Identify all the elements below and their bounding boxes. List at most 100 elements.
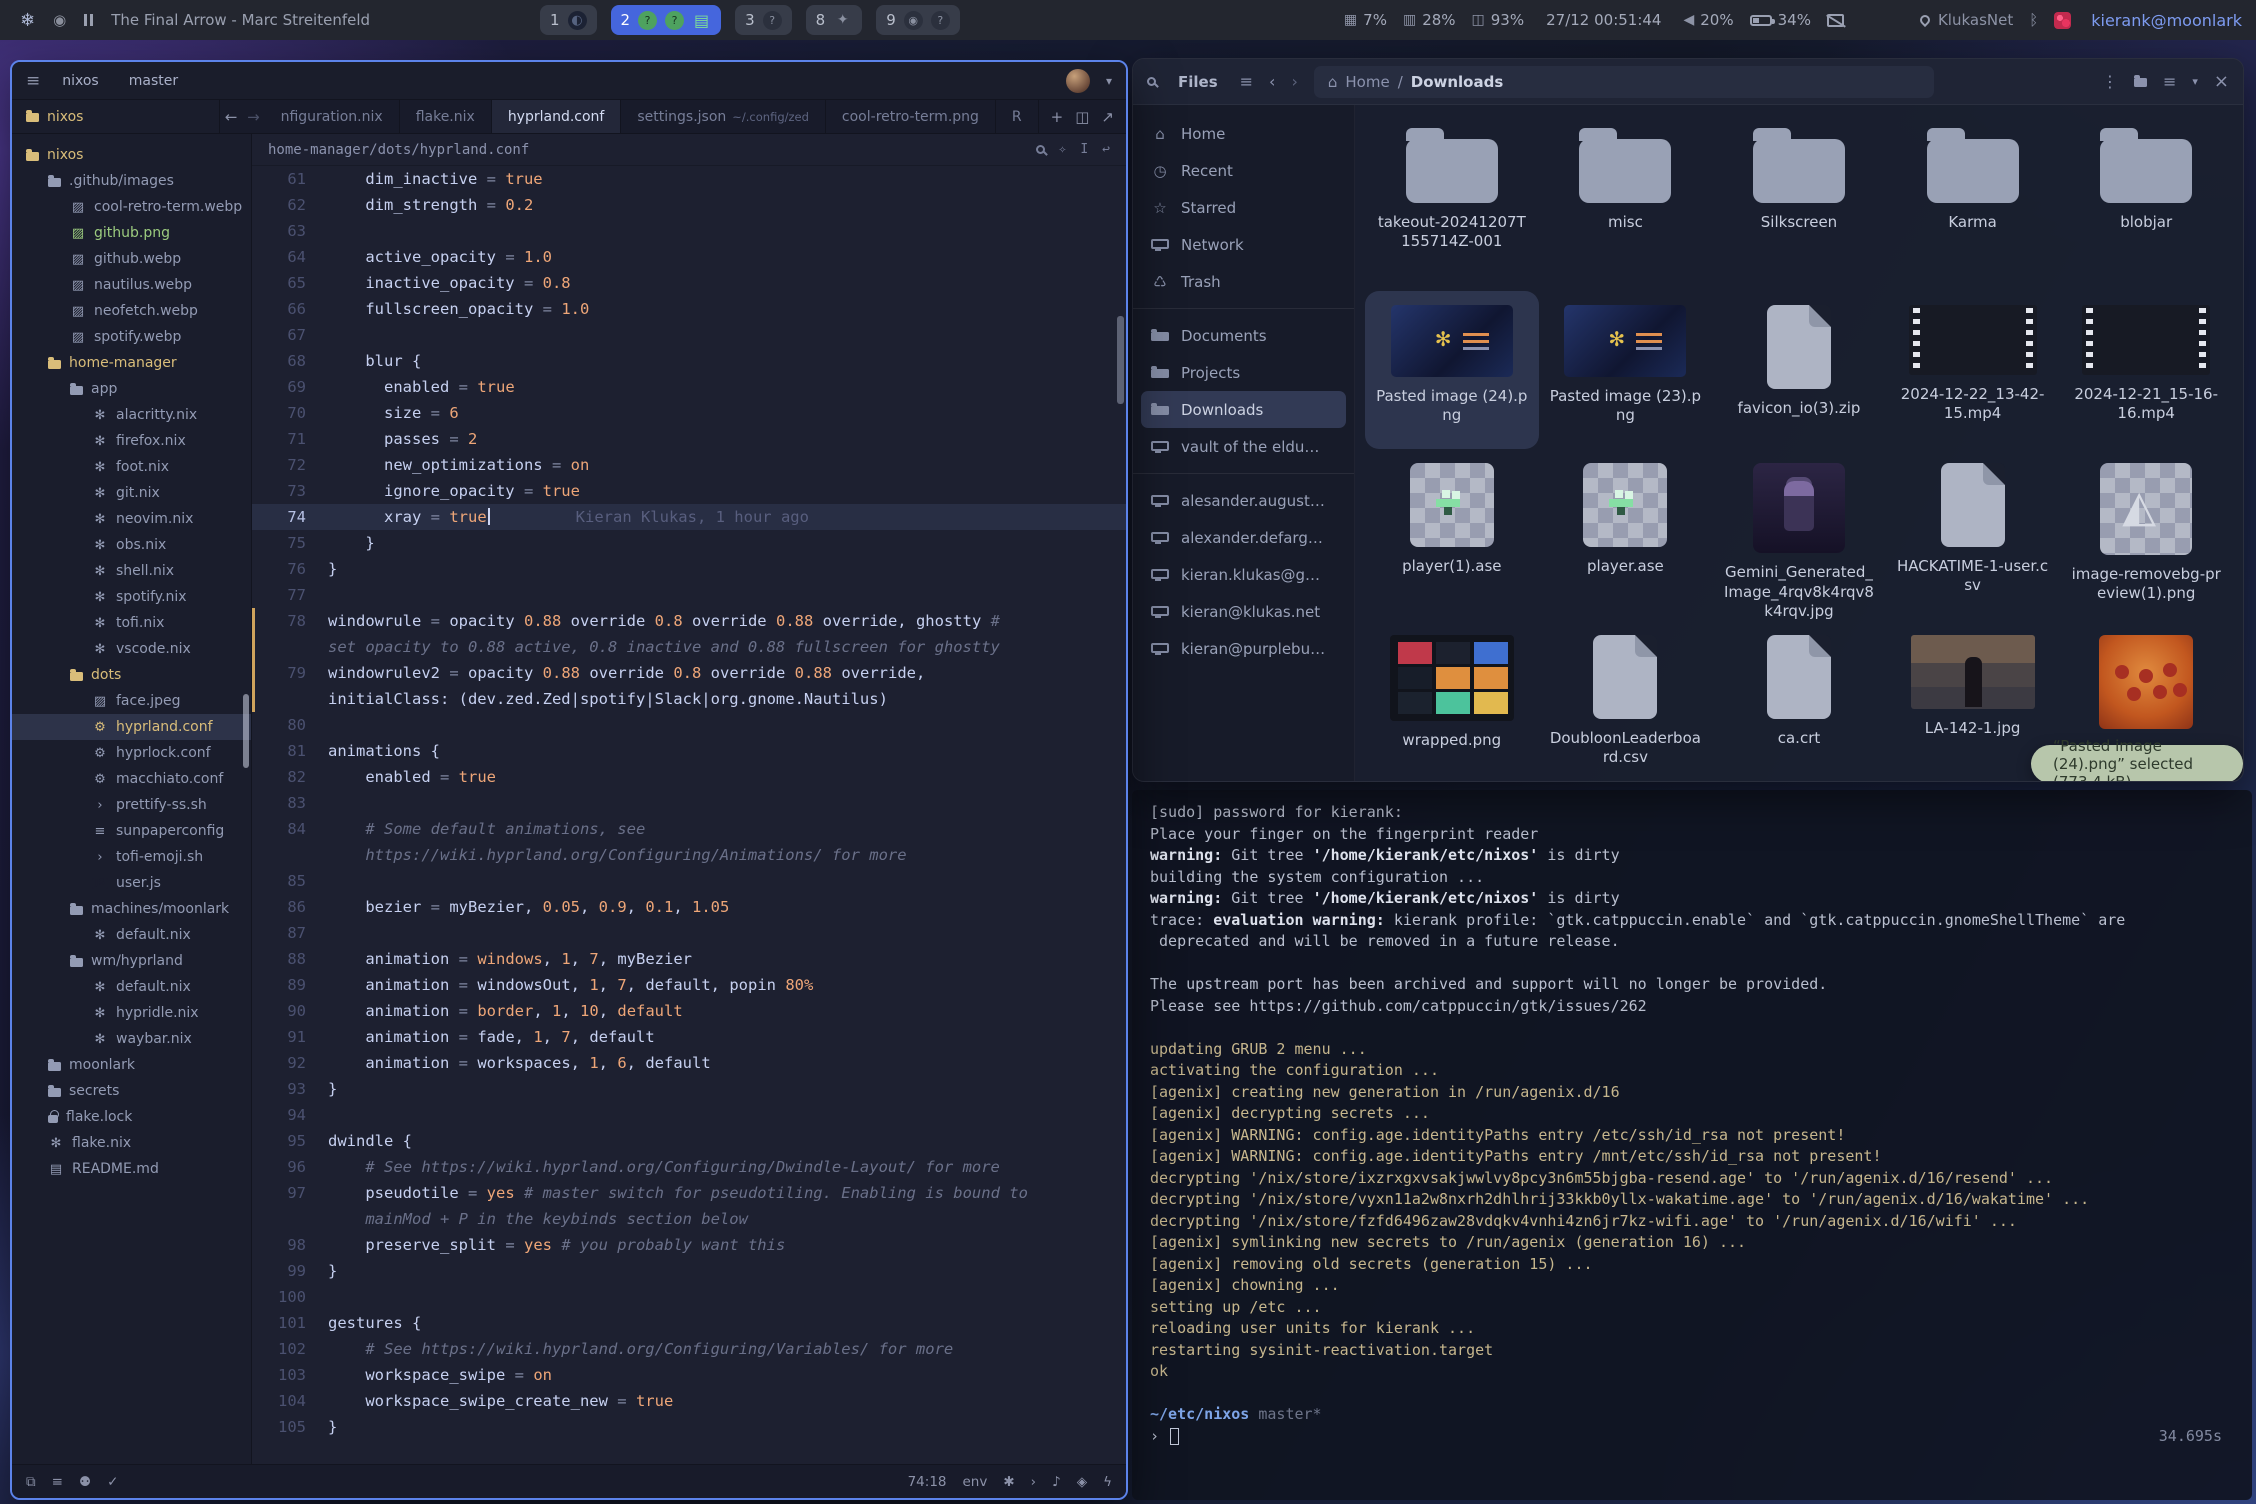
tree-item-alacritty.nix[interactable]: ✻alacritty.nix [12, 402, 251, 428]
sidebar-item-kieran-klukas-g-[interactable]: kieran.klukas@g… [1141, 556, 1346, 593]
file-item-ca.crt[interactable]: ca.crt [1712, 621, 1886, 782]
file-item-hackatime-1-user.csv[interactable]: HACKATIME-1-user.csv [1886, 449, 2060, 621]
tree-item-.github-images[interactable]: .github/images [12, 168, 251, 194]
editor-scrollbar[interactable] [1117, 316, 1124, 404]
sidebar-item-alexander-defarg-[interactable]: alexander.defarg… [1141, 519, 1346, 556]
file-item-karma[interactable]: Karma [1886, 111, 2060, 291]
tree-item-secrets[interactable]: secrets [12, 1078, 251, 1104]
file-item-2024-12-21-15-16-16.mp4[interactable]: 2024-12-21_15-16-16.mp4 [2059, 291, 2233, 449]
workspace-1[interactable]: 1◐ [540, 5, 597, 35]
tree-item-moonlark[interactable]: moonlark [12, 1052, 251, 1078]
search-icon[interactable] [1036, 145, 1045, 154]
tree-item-nautilus.webp[interactable]: ▨nautilus.webp [12, 272, 251, 298]
sidebar-scrollbar[interactable] [243, 694, 249, 768]
tree-item-user.js[interactable]: JSuser.js [12, 870, 251, 896]
file-item-favicon-io-3-.zip[interactable]: favicon_io(3).zip [1712, 291, 1886, 449]
sidebar-item-documents[interactable]: Documents [1141, 317, 1346, 354]
tree-item-face.jpeg[interactable]: ▨face.jpeg [12, 688, 251, 714]
tree-item-hypridle.nix[interactable]: ✻hypridle.nix [12, 1000, 251, 1026]
tree-item-cool-retro-term.webp[interactable]: ▨cool-retro-term.webp [12, 194, 251, 220]
sidebar-item-projects[interactable]: Projects [1141, 354, 1346, 391]
file-item-misc[interactable]: misc [1539, 111, 1713, 291]
app-menu-icon[interactable]: ≡ [1240, 72, 1253, 91]
folder-search-icon[interactable] [2134, 78, 2147, 87]
sidebar-item-kieran-klukas-net[interactable]: kieran@klukas.net [1141, 593, 1346, 630]
sidebar-item-kieran-purplebu-[interactable]: kieran@purplebu… [1141, 630, 1346, 667]
new-tab-button[interactable]: + [1051, 108, 1064, 126]
file-item-silkscreen[interactable]: Silkscreen [1712, 111, 1886, 291]
tab-r[interactable]: R [996, 100, 1039, 133]
nav-back-icon[interactable]: ← [220, 100, 242, 133]
git-branch[interactable]: master [121, 70, 186, 92]
tree-item-tofi.nix[interactable]: ✻tofi.nix [12, 610, 251, 636]
tree-item-waybar.nix[interactable]: ✻waybar.nix [12, 1026, 251, 1052]
file-item-takeout-20241207t155714z-001[interactable]: takeout-20241207T155714Z-001 [1365, 111, 1539, 291]
spotify-icon[interactable]: ◉ [53, 11, 66, 29]
ai-icon[interactable]: ✱ [1003, 1474, 1014, 1490]
tree-item-github.webp[interactable]: ▨github.webp [12, 246, 251, 272]
tree-item-sunpaperconfig[interactable]: ≡sunpaperconfig [12, 818, 251, 844]
split-pane-icon[interactable]: ◫ [1075, 108, 1089, 126]
tree-item-spotify.webp[interactable]: ▨spotify.webp [12, 324, 251, 350]
now-playing[interactable]: The Final Arrow - Marc Streitenfeld [111, 11, 370, 29]
forward-icon[interactable]: › [1291, 72, 1297, 91]
sidebar-item-alesander-august-[interactable]: alesander.august… [1141, 482, 1346, 519]
tree-item-github.png[interactable]: ▨github.png [12, 220, 251, 246]
tab-cool-retro-term.png[interactable]: cool-retro-term.png [826, 100, 996, 133]
diagnostics-check-icon[interactable]: ✓ [107, 1474, 118, 1490]
terminal-toggle-icon[interactable]: › [1031, 1474, 1036, 1490]
project-name[interactable]: nixos [54, 70, 106, 92]
workspace-2[interactable]: 2??▤ [611, 5, 722, 35]
file-item-player.ase[interactable]: player.ase [1539, 449, 1713, 621]
volume-stat[interactable]: ◀20% [1683, 11, 1733, 29]
tree-item-default.nix[interactable]: ✻default.nix [12, 922, 251, 948]
tree-item-neovim.nix[interactable]: ✻neovim.nix [12, 506, 251, 532]
sidebar-item-home[interactable]: ⌂Home [1141, 115, 1346, 152]
file-item-player-1-.ase[interactable]: player(1).ase [1365, 449, 1539, 621]
file-item-gemini-generated-image-4rqv8k4rqv8k4rqv.jpg[interactable]: Gemini_Generated_Image_4rqv8k4rqv8k4rqv.… [1712, 449, 1886, 621]
terminal-window[interactable]: [sudo] password for kierank:Place your f… [1132, 790, 2252, 1500]
tree-item-nixos[interactable]: nixos [12, 142, 251, 168]
clock[interactable]: 27/12 00:51:44 [1546, 11, 1661, 29]
notifications-icon[interactable]: ◈ [1077, 1474, 1087, 1490]
view-toggle-icon[interactable]: ≡ [2163, 72, 2176, 91]
network-indicator[interactable]: KlukasNet [1920, 11, 2013, 29]
workspace-9[interactable]: 9◉? [876, 5, 960, 35]
tab-nfiguration.nix[interactable]: nfiguration.nix [265, 100, 400, 133]
breadcrumb-path[interactable]: home-manager/dots/hyprland.conf [268, 142, 529, 158]
outline-icon[interactable]: ≡ [52, 1474, 63, 1490]
pause-icon[interactable] [84, 14, 93, 26]
cursor-icon[interactable]: I [1080, 142, 1088, 157]
sidebar-item-trash[interactable]: ♺Trash [1141, 263, 1346, 300]
close-icon[interactable]: × [2214, 71, 2229, 92]
tree-item-foot.nix[interactable]: ✻foot.nix [12, 454, 251, 480]
tree-item-readme.md[interactable]: ▤README.md [12, 1156, 251, 1182]
avatar[interactable] [1066, 69, 1090, 93]
tree-item-neofetch.webp[interactable]: ▨neofetch.webp [12, 298, 251, 324]
tree-item-home-manager[interactable]: home-manager [12, 350, 251, 376]
tree-item-flake.nix[interactable]: ✻flake.nix [12, 1130, 251, 1156]
file-item-2024-12-22-13-42-15.mp4[interactable]: 2024-12-22_13-42-15.mp4 [1886, 291, 2060, 449]
workspace-8[interactable]: 8✦ [806, 5, 863, 35]
tree-item-machines-moonlark[interactable]: machines/moonlark [12, 896, 251, 922]
tree-item-macchiato.conf[interactable]: ⚙macchiato.conf [12, 766, 251, 792]
screen-off-icon[interactable] [1827, 14, 1844, 27]
tab-flake.nix[interactable]: flake.nix [400, 100, 492, 133]
audio-icon[interactable]: ♪ [1052, 1474, 1061, 1490]
sparkle-icon[interactable]: ✧ [1059, 142, 1067, 157]
kebab-menu-icon[interactable]: ⋮ [2102, 72, 2118, 91]
sidebar-item-vault-of-the-eldu-[interactable]: vault of the eldu… [1141, 428, 1346, 465]
performance-icon[interactable]: ϟ [1103, 1474, 1112, 1490]
tree-item-hyprland.conf[interactable]: ⚙hyprland.conf [12, 714, 251, 740]
tree-item-app[interactable]: app [12, 376, 251, 402]
workspace-3[interactable]: 3? [735, 5, 792, 35]
file-item-pasted-image-24-.png[interactable]: Pasted image (24).png [1365, 291, 1539, 449]
view-chevron-icon[interactable]: ▾ [2192, 75, 2198, 88]
tree-item-git.nix[interactable]: ✻git.nix [12, 480, 251, 506]
tree-item-obs.nix[interactable]: ✻obs.nix [12, 532, 251, 558]
file-item-doubloonleaderboard.csv[interactable]: DoubloonLeaderboard.csv [1539, 621, 1713, 782]
panel-toggle-icon[interactable]: ⧉ [26, 1474, 36, 1490]
tree-item-spotify.nix[interactable]: ✻spotify.nix [12, 584, 251, 610]
tree-item-hyprlock.conf[interactable]: ⚙hyprlock.conf [12, 740, 251, 766]
bluetooth-icon[interactable]: ᛒ [2029, 11, 2038, 29]
